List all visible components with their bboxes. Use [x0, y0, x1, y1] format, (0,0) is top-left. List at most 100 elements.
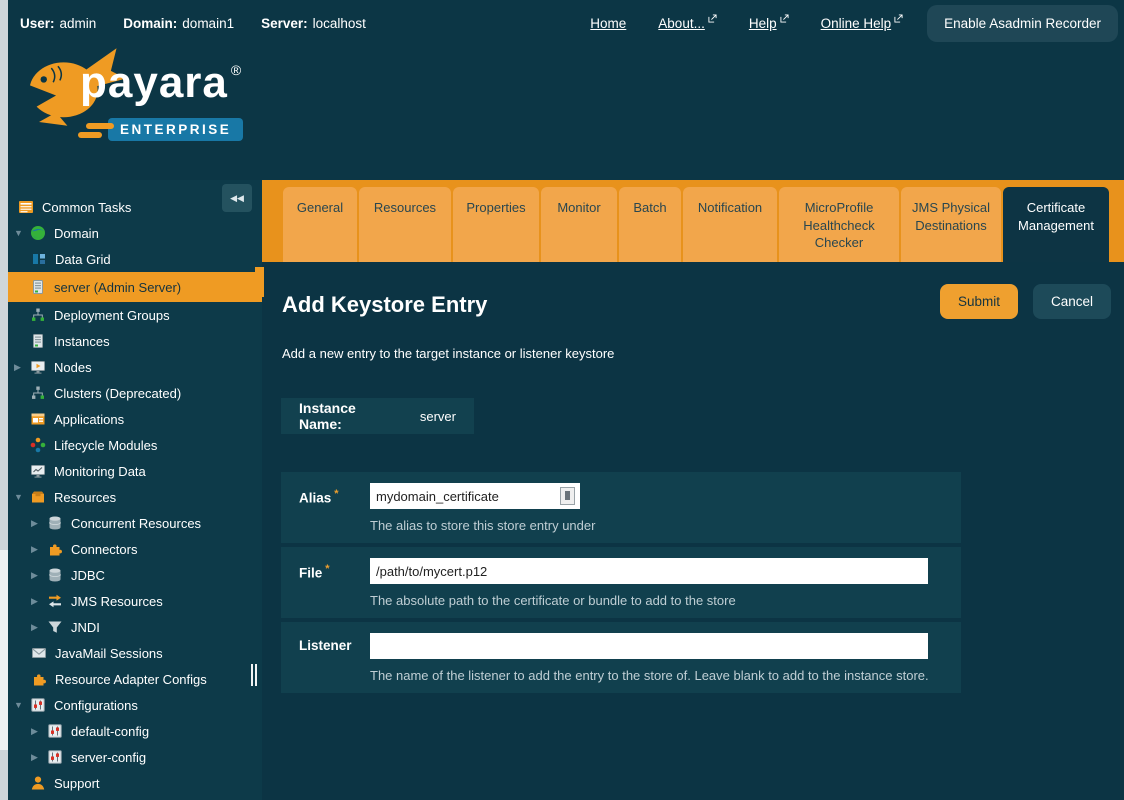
sidebar-item-support[interactable]: Support [8, 770, 262, 796]
server-icon [30, 279, 46, 295]
sidebar-item-monitoring-data[interactable]: Monitoring Data [8, 458, 262, 484]
tab-bar: General Resources Properties Monitor Bat… [262, 180, 1124, 262]
tab-properties[interactable]: Properties [453, 187, 539, 262]
page-header: Add Keystore Entry Submit Cancel [262, 262, 1124, 319]
alias-input[interactable] [370, 483, 580, 509]
about-link[interactable]: About... [658, 16, 717, 31]
collapse-sidebar-button[interactable]: ◀◀ [222, 184, 252, 212]
expander-closed-icon[interactable]: ▶ [31, 596, 47, 607]
tab-monitor[interactable]: Monitor [541, 187, 617, 262]
cancel-button[interactable]: Cancel [1033, 284, 1111, 319]
tab-certificate-management[interactable]: Certificate Management [1003, 187, 1109, 262]
tab-label: Monitor [557, 200, 600, 215]
tab-microprofile-healthcheck-checker[interactable]: MicroProfile Healthcheck Checker [779, 187, 899, 262]
sliders-icon [30, 697, 46, 713]
expander-closed-icon[interactable]: ▶ [31, 622, 47, 633]
external-link-icon [708, 14, 717, 23]
tab-jms-physical-destinations[interactable]: JMS Physical Destinations [901, 187, 1001, 262]
sidebar-item-nodes[interactable]: ▶ Nodes [8, 354, 262, 380]
sidebar-item-label: Connectors [71, 542, 137, 557]
sidebar-item-resource-adapter-configs[interactable]: Resource Adapter Configs [8, 666, 262, 692]
tab-label: General [297, 200, 343, 215]
sidebar-item-lifecycle-modules[interactable]: Lifecycle Modules [8, 432, 262, 458]
sidebar-item-label: Nodes [54, 360, 92, 375]
brand-text: payara [80, 58, 228, 107]
sidebar-item-jdbc[interactable]: ▶ JDBC [8, 562, 262, 588]
listener-help-text: The name of the listener to add the entr… [370, 668, 943, 683]
applications-icon [30, 411, 46, 427]
header: User:admin Domain:domain1 Server:localho… [8, 0, 1124, 180]
sidebar-item-label: JMS Resources [71, 594, 163, 609]
sidebar-item-server-config[interactable]: ▶ server-config [8, 744, 262, 770]
sliders-icon [47, 723, 63, 739]
expander-closed-icon[interactable]: ▶ [31, 544, 47, 555]
about-link-label: About... [658, 16, 705, 31]
keystore-entry-form: Alias* The alias to store this store ent… [281, 472, 961, 693]
server-label: Server: [261, 16, 308, 31]
instance-name-label: Instance Name: [299, 400, 394, 432]
user-value: admin [60, 16, 97, 31]
sidebar-item-jndi[interactable]: ▶ JNDI [8, 614, 262, 640]
form-row-file: File* The absolute path to the certifica… [281, 547, 961, 618]
sidebar-item-server-admin-server[interactable]: server (Admin Server) [8, 272, 262, 302]
sidebar: ◀◀ Common Tasks ▼ Domain Data Grid serve… [8, 180, 262, 800]
tab-notification[interactable]: Notification [683, 187, 777, 262]
frame-resize-handle[interactable] [251, 664, 259, 686]
online-help-link[interactable]: Online Help [821, 16, 904, 31]
tab-label: Notification [698, 200, 762, 215]
edition-label: ENTERPRISE [108, 118, 243, 141]
tab-label: MicroProfile Healthcheck Checker [803, 200, 875, 250]
page-description: Add a new entry to the target instance o… [282, 346, 1124, 361]
sidebar-item-data-grid[interactable]: Data Grid [8, 246, 262, 272]
sidebar-item-label: Concurrent Resources [71, 516, 201, 531]
tab-general[interactable]: General [283, 187, 357, 262]
expander-open-icon[interactable]: ▼ [14, 228, 30, 238]
expander-closed-icon[interactable]: ▶ [14, 362, 30, 373]
brand-name: payara® [80, 58, 239, 108]
external-link-icon [894, 14, 903, 23]
enable-asadmin-recorder-button[interactable]: Enable Asadmin Recorder [927, 5, 1118, 42]
expander-closed-icon[interactable]: ▶ [31, 518, 47, 529]
server-info: Server:localhost [261, 16, 366, 31]
alias-label: Alias* [299, 483, 370, 533]
registered-mark: ® [231, 62, 242, 78]
sidebar-item-concurrent-resources[interactable]: ▶ Concurrent Resources [8, 510, 262, 536]
sidebar-item-resources[interactable]: ▼ Resources [8, 484, 262, 510]
sidebar-item-deployment-groups[interactable]: Deployment Groups [8, 302, 262, 328]
home-link[interactable]: Home [590, 16, 626, 31]
sidebar-item-label: Common Tasks [42, 200, 131, 215]
expander-open-icon[interactable]: ▼ [14, 492, 30, 502]
form-row-listener: Listener The name of the listener to add… [281, 622, 961, 693]
expander-closed-icon[interactable]: ▶ [31, 726, 47, 737]
puzzle-icon [47, 541, 63, 557]
listener-input[interactable] [370, 633, 928, 659]
sidebar-item-javamail-sessions[interactable]: JavaMail Sessions [8, 640, 262, 666]
help-link[interactable]: Help [749, 16, 789, 31]
sidebar-item-default-config[interactable]: ▶ default-config [8, 718, 262, 744]
sidebar-item-label: Configurations [54, 698, 138, 713]
expander-closed-icon[interactable]: ▶ [31, 752, 47, 763]
sidebar-item-domain[interactable]: ▼ Domain [8, 220, 262, 246]
tab-resources[interactable]: Resources [359, 187, 451, 262]
collapse-icon: ◀◀ [230, 193, 244, 203]
sidebar-item-label: Applications [54, 412, 124, 427]
window-scrollbar[interactable] [0, 0, 8, 800]
sidebar-item-configurations[interactable]: ▼ Configurations [8, 692, 262, 718]
expander-open-icon[interactable]: ▼ [14, 700, 30, 710]
sidebar-item-applications[interactable]: Applications [8, 406, 262, 432]
sidebar-item-label: Instances [54, 334, 110, 349]
sidebar-item-jms-resources[interactable]: ▶ JMS Resources [8, 588, 262, 614]
user-label: User: [20, 16, 55, 31]
node-icon [30, 359, 46, 375]
funnel-icon [47, 619, 63, 635]
expander-closed-icon[interactable]: ▶ [31, 570, 47, 581]
tab-batch[interactable]: Batch [619, 187, 681, 262]
sidebar-item-instances[interactable]: Instances [8, 328, 262, 354]
sidebar-item-connectors[interactable]: ▶ Connectors [8, 536, 262, 562]
file-input[interactable] [370, 558, 928, 584]
scrollbar-thumb[interactable] [0, 550, 8, 750]
submit-button[interactable]: Submit [940, 284, 1018, 319]
edition-badge: ENTERPRISE [108, 118, 243, 141]
sidebar-item-clusters-deprecated[interactable]: Clusters (Deprecated) [8, 380, 262, 406]
sidebar-item-label: server-config [71, 750, 146, 765]
